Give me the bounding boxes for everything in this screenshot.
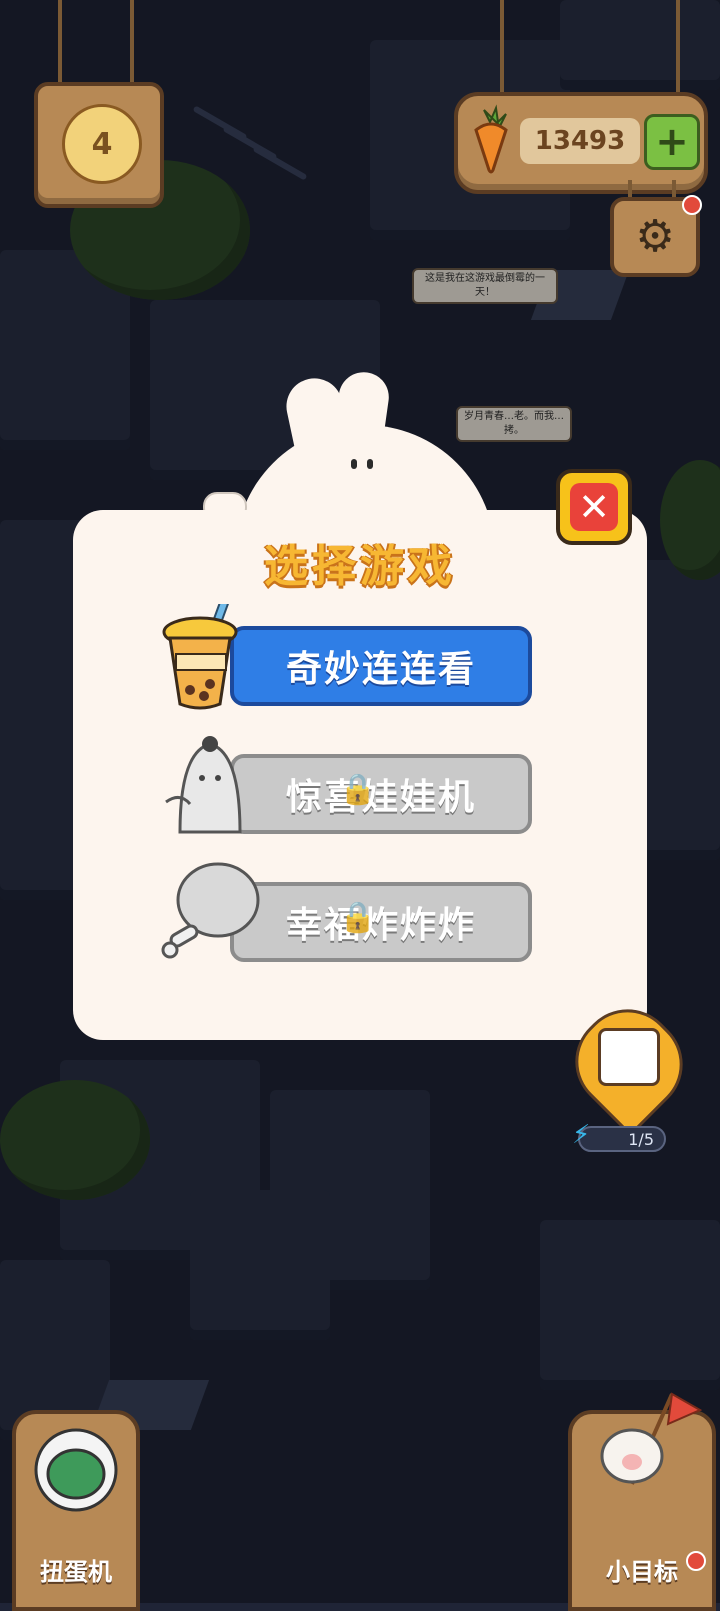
rope — [58, 0, 62, 84]
game-option-label: 奇妙连连看 — [285, 649, 476, 690]
currency-panel: 13493 + — [454, 92, 708, 194]
plus-icon: + — [655, 119, 689, 165]
game-option-label: 幸福炸炸炸 — [285, 905, 476, 946]
goal-button[interactable]: 小目标 — [568, 1392, 716, 1611]
rope — [500, 0, 504, 94]
flag-paw-icon — [600, 1392, 702, 1485]
energy-indicator: ⚡ 1/5 — [572, 1122, 666, 1152]
lock-icon: 🔒 — [339, 772, 377, 807]
lightning-icon: ⚡ — [572, 1120, 591, 1150]
currency-amount: 13493 — [534, 126, 626, 156]
level-number: 4 — [91, 126, 113, 162]
close-icon: ✕ — [570, 483, 618, 531]
carrot-icon — [474, 104, 508, 174]
capsule-machine-icon — [34, 1428, 118, 1512]
lock-icon: 🔒 — [339, 900, 377, 935]
bunny-eye — [367, 459, 373, 469]
close-button[interactable]: ✕ — [556, 469, 632, 545]
game-option-label-box: 惊喜娃娃机 — [230, 754, 532, 834]
add-currency-button[interactable]: + — [644, 114, 700, 170]
game-option-link[interactable]: 奇妙连连看 — [160, 604, 532, 710]
game-option-claw[interactable]: 惊喜娃娃机 🔒 — [160, 736, 532, 834]
game-option-label-box: 幸福炸炸炸 — [230, 882, 532, 962]
gacha-machine-button[interactable]: 扭蛋机 — [12, 1410, 140, 1611]
gear-icon: ⚙ — [635, 211, 675, 262]
bus-icon — [598, 1028, 660, 1086]
game-option-fry[interactable]: 幸福炸炸炸 🔒 — [160, 862, 532, 962]
star-icon: 4 — [62, 104, 142, 184]
goal-label: 小目标 — [606, 1558, 678, 1586]
bunny-eye — [351, 459, 357, 469]
settings-button[interactable]: ⚙ — [610, 195, 702, 277]
level-badge[interactable]: 4 — [34, 82, 164, 208]
game-option-label-box: 奇妙连连看 — [230, 626, 532, 706]
plush-doll-icon — [165, 736, 242, 834]
notification-dot — [682, 195, 702, 215]
bubble-tea-icon — [162, 604, 238, 710]
currency-display: 13493 — [520, 118, 640, 164]
fried-chicken-icon — [161, 862, 260, 959]
energy-value: 1/5 — [628, 1129, 654, 1149]
game-option-label: 惊喜娃娃机 — [285, 777, 476, 818]
rope — [130, 0, 134, 84]
rope — [676, 0, 680, 94]
gacha-label: 扭蛋机 — [40, 1558, 112, 1586]
